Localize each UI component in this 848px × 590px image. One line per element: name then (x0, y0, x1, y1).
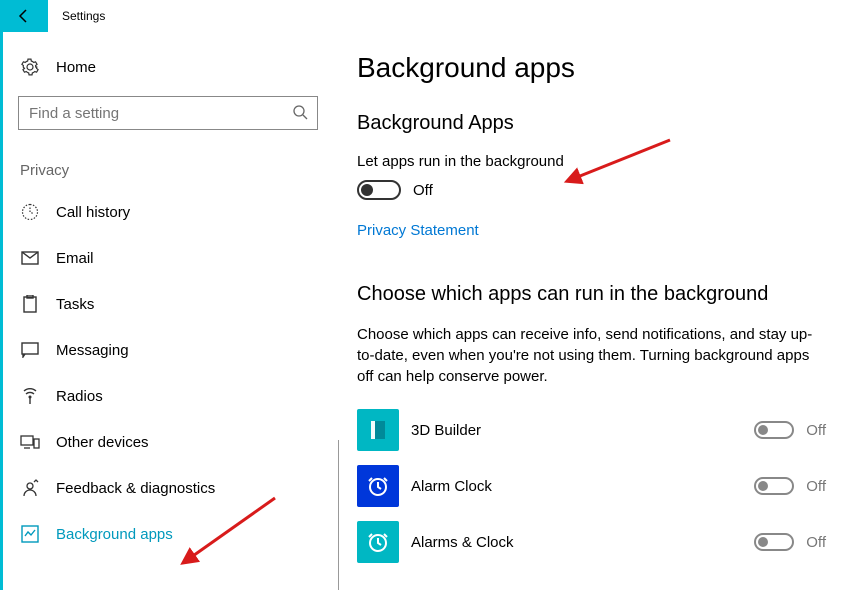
radios-icon (20, 387, 40, 405)
privacy-statement-link[interactable]: Privacy Statement (357, 222, 826, 239)
search-icon (292, 104, 308, 125)
sidebar-item-label: Feedback & diagnostics (56, 480, 215, 497)
sidebar-item-tasks[interactable]: Tasks (18, 281, 335, 327)
app-toggle-alarms-clock[interactable] (754, 533, 794, 551)
main-content: Background apps Background Apps Let apps… (335, 32, 848, 590)
app-icon-3d-builder (357, 409, 399, 451)
top-bar: Settings (0, 0, 848, 32)
sidebar-item-label: Other devices (56, 434, 149, 451)
email-icon (20, 251, 40, 265)
search-box[interactable] (18, 96, 318, 130)
master-toggle[interactable] (357, 180, 401, 200)
sidebar-section-label: Privacy (18, 162, 335, 179)
app-toggle-state: Off (806, 478, 826, 495)
app-row: Alarms & Clock Off (357, 521, 826, 563)
app-name-label: Alarms & Clock (411, 534, 754, 551)
call-history-icon (20, 203, 40, 221)
page-title: Background apps (357, 52, 826, 84)
sidebar-item-home[interactable]: Home (18, 58, 335, 76)
sidebar-item-label: Call history (56, 204, 130, 221)
sidebar-item-background-apps[interactable]: Background apps (18, 511, 335, 557)
app-toggle-state: Off (806, 422, 826, 439)
app-toggle-3d-builder[interactable] (754, 421, 794, 439)
gear-icon (20, 58, 40, 76)
vertical-divider (338, 440, 339, 590)
arrow-left-icon (16, 8, 32, 24)
master-toggle-label: Let apps run in the background (357, 153, 826, 170)
app-toggle-state: Off (806, 534, 826, 551)
sidebar-item-call-history[interactable]: Call history (18, 189, 335, 235)
master-toggle-state: Off (413, 182, 433, 199)
sidebar-item-messaging[interactable]: Messaging (18, 327, 335, 373)
section-heading-choose-apps: Choose which apps can run in the backgro… (357, 283, 826, 306)
app-name-label: 3D Builder (411, 422, 754, 439)
background-apps-icon (20, 525, 40, 543)
sidebar-item-label: Background apps (56, 526, 173, 543)
sidebar-item-label: Messaging (56, 342, 129, 359)
sidebar-item-feedback[interactable]: Feedback & diagnostics (18, 465, 335, 511)
app-toggle-alarm-clock[interactable] (754, 477, 794, 495)
sidebar: Home Privacy Call history Email Tasks Me… (0, 32, 335, 590)
section-description: Choose which apps can receive info, send… (357, 324, 817, 387)
search-input[interactable] (18, 96, 318, 130)
sidebar-item-email[interactable]: Email (18, 235, 335, 281)
back-button[interactable] (0, 0, 48, 32)
window-title: Settings (62, 9, 105, 23)
sidebar-item-label: Email (56, 250, 94, 267)
tasks-icon (20, 295, 40, 313)
app-icon-alarm-clock (357, 465, 399, 507)
app-name-label: Alarm Clock (411, 478, 754, 495)
app-row: Alarm Clock Off (357, 465, 826, 507)
sidebar-item-radios[interactable]: Radios (18, 373, 335, 419)
other-devices-icon (20, 434, 40, 450)
app-row: 3D Builder Off (357, 409, 826, 451)
feedback-icon (20, 479, 40, 497)
app-icon-alarms-clock (357, 521, 399, 563)
messaging-icon (20, 342, 40, 358)
sidebar-item-other-devices[interactable]: Other devices (18, 419, 335, 465)
sidebar-item-label: Home (56, 59, 96, 76)
sidebar-item-label: Tasks (56, 296, 94, 313)
sidebar-item-label: Radios (56, 388, 103, 405)
section-heading-background-apps: Background Apps (357, 112, 826, 135)
